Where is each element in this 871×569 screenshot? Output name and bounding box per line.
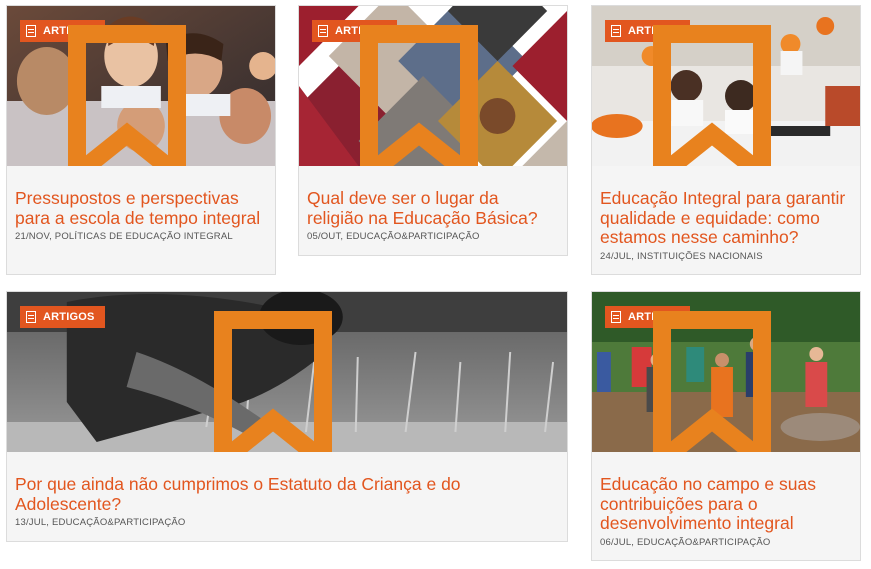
article-title[interactable]: Educação no campo e suas contribuições p…	[600, 474, 852, 534]
article-meta: 21/NOV, POLÍTICAS DE EDUCAÇÃO INTEGRAL	[15, 231, 233, 242]
article-meta: 06/JUL, EDUCAÇÃO&PARTICIPAÇÃO	[600, 536, 771, 548]
article-card[interactable]: ARTIGOS Educação no campo e suas contrib…	[591, 291, 861, 561]
bookmark-icon[interactable]	[592, 310, 846, 452]
article-image[interactable]: ARTIGOS	[299, 6, 567, 166]
article-image[interactable]: ARTIGOS	[592, 6, 860, 166]
article-image[interactable]: ARTIGOS	[7, 292, 567, 452]
article-image[interactable]: ARTIGOS	[592, 292, 860, 452]
article-card[interactable]: ARTIGOS Pressupostos e perspectivas para…	[6, 5, 276, 275]
article-meta: 05/OUT, EDUCAÇÃO&PARTICIPAÇÃO	[307, 231, 480, 242]
article-meta: 13/JUL, EDUCAÇÃO&PARTICIPAÇÃO	[15, 517, 186, 528]
bookmark-icon[interactable]	[299, 24, 553, 166]
bookmark-icon[interactable]	[7, 310, 553, 452]
article-title[interactable]: Educação Integral para garantir qualidad…	[600, 188, 852, 248]
article-card[interactable]: ARTIGOS Educação Integral para garantir …	[591, 5, 861, 275]
bookmark-icon[interactable]	[592, 24, 846, 166]
article-image[interactable]: ARTIGOS	[7, 6, 275, 166]
article-card[interactable]: ARTIGOS Por que ainda não cumprimos o Es…	[6, 291, 568, 542]
article-meta: 24/JUL, INSTITUIÇÕES NACIONAIS	[600, 250, 763, 262]
article-title[interactable]: Pressupostos e perspectivas para a escol…	[15, 188, 267, 228]
bookmark-icon[interactable]	[7, 24, 261, 166]
article-title[interactable]: Por que ainda não cumprimos o Estatuto d…	[15, 474, 559, 514]
article-card[interactable]: ARTIGOS Qual deve ser o lugar da religiã…	[298, 5, 568, 256]
article-title[interactable]: Qual deve ser o lugar da religião na Edu…	[307, 188, 559, 228]
